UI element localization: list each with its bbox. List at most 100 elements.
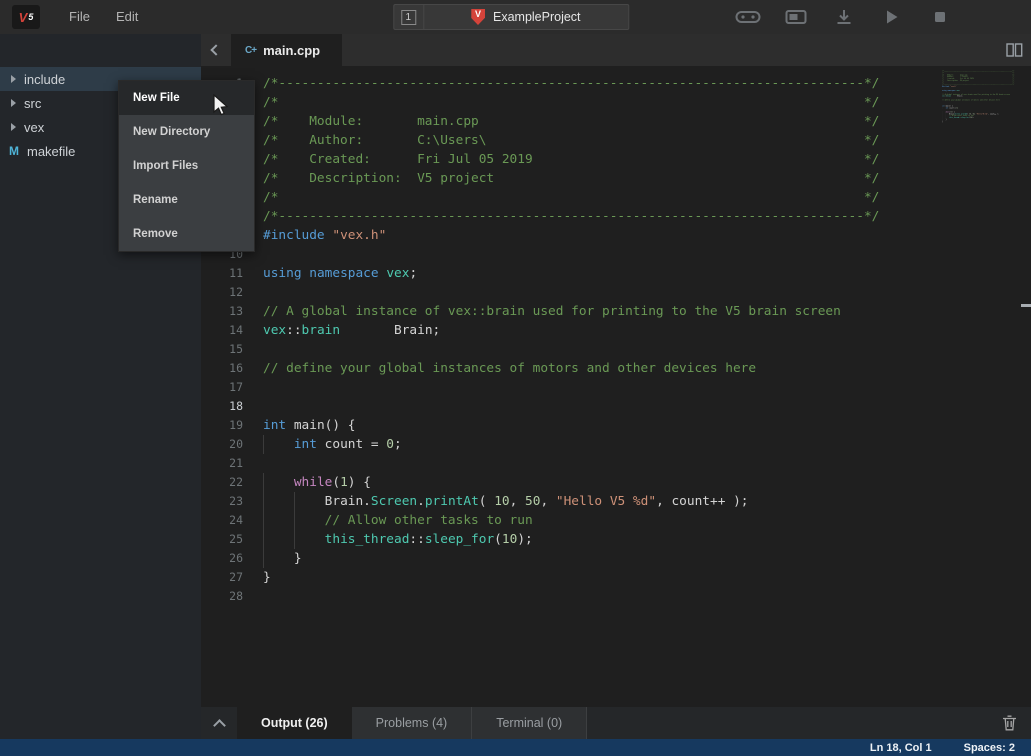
project-name: ExampleProject	[493, 10, 581, 24]
code-line-6[interactable]: 6/* Description: V5 project */	[201, 169, 1031, 188]
context-menu-item-rename[interactable]: Rename	[119, 183, 254, 217]
line-number[interactable]: 25	[201, 530, 243, 549]
line-number[interactable]: 16	[201, 359, 243, 378]
tab-label: main.cpp	[263, 43, 320, 58]
menu-edit[interactable]: Edit	[103, 1, 151, 32]
code-line-7[interactable]: 7/* */	[201, 188, 1031, 207]
line-number[interactable]: 12	[201, 283, 243, 302]
line-number[interactable]: 27	[201, 568, 243, 587]
line-text: // define your global instances of motor…	[942, 99, 1000, 101]
code-line-2[interactable]: 2/* */	[201, 93, 1031, 112]
code-line-3[interactable]: 3/* Module: main.cpp */	[201, 112, 1031, 131]
line-text: while(1) {	[263, 473, 371, 492]
line-number[interactable]: 24	[201, 511, 243, 530]
menu-file[interactable]: File	[56, 1, 103, 32]
code-line-25[interactable]: 25 this_thread::sleep_for(10);	[201, 530, 1031, 549]
code-line-23[interactable]: 23 Brain.Screen.printAt( 10, 50, "Hello …	[201, 492, 1031, 511]
context-menu: New FileNew DirectoryImport FilesRenameR…	[118, 80, 255, 252]
code-line-22[interactable]: 22 while(1) {	[201, 473, 1031, 492]
line-number[interactable]: 17	[201, 378, 243, 397]
line-number[interactable]: 20	[201, 435, 243, 454]
code-area[interactable]: 1/*-------------------------------------…	[201, 66, 1031, 606]
tree-item-label: vex	[24, 120, 44, 135]
line-number[interactable]: 18	[201, 397, 243, 416]
minimap-content: /*--------------------------------------…	[939, 70, 1015, 125]
context-menu-item-import-files[interactable]: Import Files	[119, 149, 254, 183]
line-number[interactable]: 28	[201, 587, 243, 606]
panel-tab-terminal[interactable]: Terminal (0)	[472, 707, 587, 739]
back-button[interactable]	[201, 34, 231, 66]
panel-tabs: Output (26)Problems (4)Terminal (0)	[237, 707, 587, 739]
code-line-27[interactable]: 27}	[201, 568, 1031, 587]
code-line-17[interactable]: 17	[201, 378, 1031, 397]
tab-main-cpp[interactable]: C+ main.cpp	[231, 34, 342, 66]
code-line-24[interactable]: 24 // Allow other tasks to run	[201, 511, 1031, 530]
line-text: this_thread::sleep_for(10);	[942, 117, 974, 119]
code-line-19[interactable]: 19int main() {	[201, 416, 1031, 435]
stop-icon[interactable]	[927, 8, 953, 26]
line-text: /* Created: Fri Jul 05 2019 */	[263, 150, 879, 169]
code-line-14[interactable]: 14vex::brain Brain;	[201, 321, 1031, 340]
line-number[interactable]: 19	[201, 416, 243, 435]
code-line-4[interactable]: 4/* Author: C:\Users\ */	[201, 131, 1031, 150]
brain-screen-icon[interactable]	[783, 8, 809, 26]
code-line-21[interactable]: 21	[201, 454, 1031, 473]
project-title-pill: V ExampleProject	[424, 9, 628, 25]
editor-tabbar: C+ main.cpp	[201, 34, 1031, 66]
tree-item-label: include	[24, 72, 65, 87]
cpp-file-icon: C+	[245, 45, 256, 56]
vex-shield-icon: V	[471, 9, 485, 25]
menubar: FileEdit	[56, 8, 151, 26]
line-text: // A global instance of vex::brain used …	[263, 302, 841, 321]
status-bar: Ln 18, Col 1 Spaces: 2	[0, 739, 1031, 756]
code-line-15[interactable]: 15	[201, 340, 1031, 359]
code-line-5[interactable]: 5/* Created: Fri Jul 05 2019 */	[201, 150, 1031, 169]
line-number[interactable]: 14	[201, 321, 243, 340]
play-icon[interactable]	[879, 8, 905, 26]
code-line-18[interactable]: 18	[201, 397, 1031, 416]
split-editor-icon	[1006, 43, 1023, 57]
split-editor-button[interactable]	[1006, 43, 1023, 57]
download-icon[interactable]	[831, 8, 857, 26]
scrollbar-handle[interactable]	[1021, 304, 1031, 307]
context-menu-item-new-directory[interactable]: New Directory	[119, 115, 254, 149]
panel-expand-button[interactable]	[201, 707, 237, 739]
clear-output-button[interactable]	[1002, 707, 1031, 739]
line-number[interactable]: 13	[201, 302, 243, 321]
code-editor[interactable]: 1/*-------------------------------------…	[201, 66, 1031, 707]
line-text: }	[263, 568, 271, 587]
tree-item-label: makefile	[27, 144, 75, 159]
controller-icon[interactable]	[735, 8, 761, 26]
mouse-cursor	[212, 94, 230, 118]
code-line-8[interactable]: 8/*-------------------------------------…	[201, 207, 1031, 226]
panel-tab-output[interactable]: Output (26)	[237, 707, 352, 739]
line-number[interactable]: 15	[201, 340, 243, 359]
status-cursor-position[interactable]: Ln 18, Col 1	[870, 742, 932, 754]
context-menu-item-remove[interactable]: Remove	[119, 217, 254, 251]
line-number[interactable]: 23	[201, 492, 243, 511]
code-line-26[interactable]: 26 }	[201, 549, 1031, 568]
minimap[interactable]: /*--------------------------------------…	[939, 70, 1015, 138]
slot-indicator[interactable]: 1	[394, 5, 424, 29]
status-indent-setting[interactable]: Spaces: 2	[964, 742, 1015, 754]
code-line-9[interactable]: 9#include "vex.h"	[201, 226, 1031, 245]
line-text: /* Author: C:\Users\ */	[263, 131, 879, 150]
line-number[interactable]: 22	[201, 473, 243, 492]
line-text: /*--------------------------------------…	[263, 207, 879, 226]
vex-logo: V5	[12, 5, 40, 29]
code-line-20[interactable]: 20 int count = 0;	[201, 435, 1031, 454]
code-line-13[interactable]: 13 // A global instance of vex::brain use…	[201, 302, 1031, 321]
line-number[interactable]: 21	[201, 454, 243, 473]
panel-tab-problems[interactable]: Problems (4)	[352, 707, 473, 739]
code-line-1[interactable]: 1/*-------------------------------------…	[201, 74, 1031, 93]
line-number[interactable]: 26	[201, 549, 243, 568]
context-menu-item-new-file[interactable]: New File	[119, 81, 254, 115]
code-line-12[interactable]: 12	[201, 283, 1031, 302]
line-number[interactable]: 11	[201, 264, 243, 283]
tree-item-label: src	[24, 96, 41, 111]
code-line-16[interactable]: 16// define your global instances of mot…	[201, 359, 1031, 378]
code-line-10[interactable]: 10	[201, 245, 1031, 264]
device-toolbar	[735, 8, 1031, 26]
code-line-11[interactable]: 11using namespace vex;	[201, 264, 1031, 283]
code-line-28[interactable]: 28	[201, 587, 1031, 606]
